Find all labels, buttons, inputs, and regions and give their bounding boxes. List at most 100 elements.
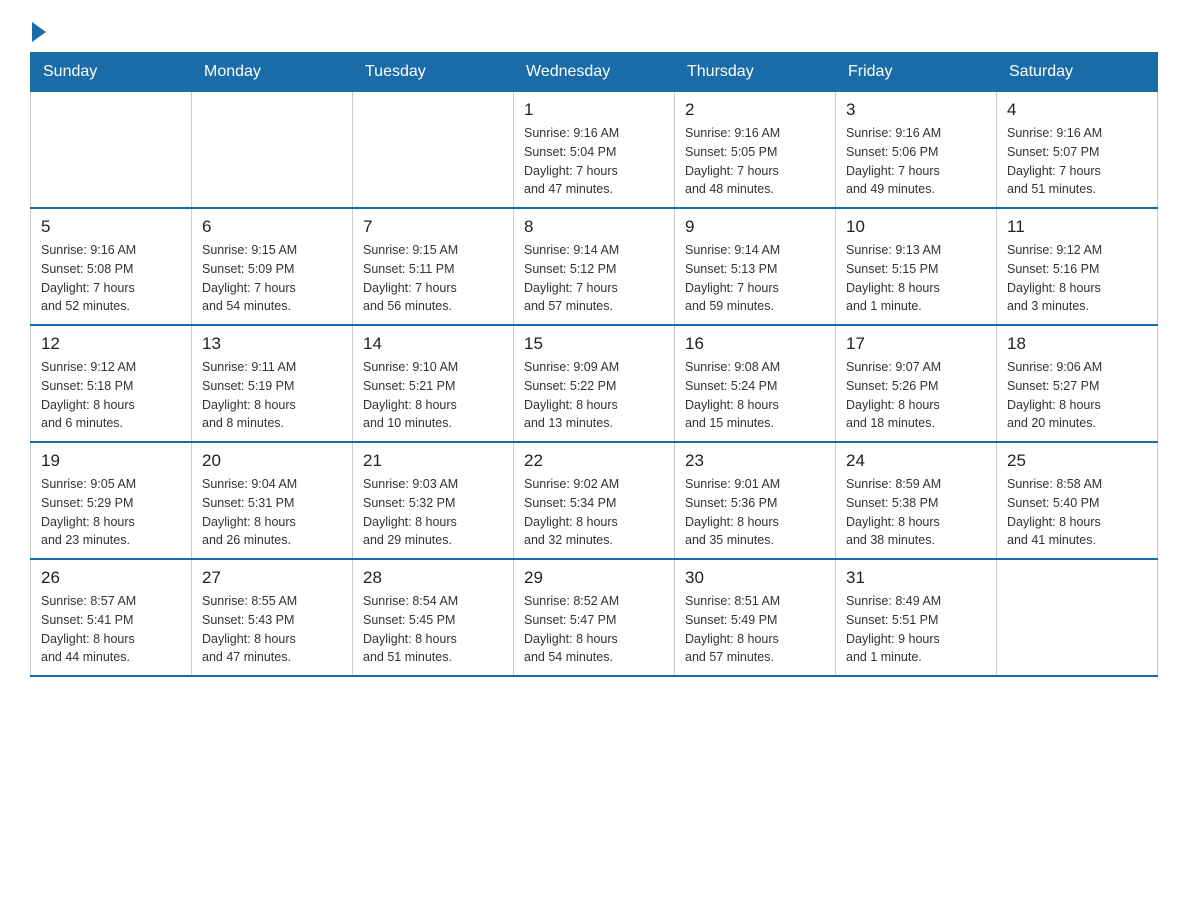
day-number: 20 <box>202 451 342 471</box>
day-number: 14 <box>363 334 503 354</box>
day-info: Sunrise: 9:16 AMSunset: 5:08 PMDaylight:… <box>41 241 181 316</box>
calendar-cell: 25Sunrise: 8:58 AMSunset: 5:40 PMDayligh… <box>997 442 1158 559</box>
weekday-header-row: SundayMondayTuesdayWednesdayThursdayFrid… <box>31 53 1158 92</box>
day-number: 16 <box>685 334 825 354</box>
day-info: Sunrise: 9:14 AMSunset: 5:12 PMDaylight:… <box>524 241 664 316</box>
day-info: Sunrise: 8:51 AMSunset: 5:49 PMDaylight:… <box>685 592 825 667</box>
day-number: 10 <box>846 217 986 237</box>
calendar-cell: 3 Sunrise: 9:16 AMSunset: 5:06 PMDaylight… <box>836 92 997 209</box>
day-info: Sunrise: 8:55 AMSunset: 5:43 PMDaylight:… <box>202 592 342 667</box>
day-number: 23 <box>685 451 825 471</box>
day-info: Sunrise: 9:08 AMSunset: 5:24 PMDaylight:… <box>685 358 825 433</box>
day-info: Sunrise: 9:04 AMSunset: 5:31 PMDaylight:… <box>202 475 342 550</box>
day-info: Sunrise: 8:49 AMSunset: 5:51 PMDaylight:… <box>846 592 986 667</box>
day-number: 2 <box>685 100 825 120</box>
weekday-header-saturday: Saturday <box>997 53 1158 92</box>
day-info: Sunrise: 9:09 AMSunset: 5:22 PMDaylight:… <box>524 358 664 433</box>
day-number: 25 <box>1007 451 1147 471</box>
logo <box>30 20 46 42</box>
calendar-cell: 5 Sunrise: 9:16 AMSunset: 5:08 PMDaylight… <box>31 208 192 325</box>
calendar-cell: 7 Sunrise: 9:15 AMSunset: 5:11 PMDaylight… <box>353 208 514 325</box>
calendar-cell: 2 Sunrise: 9:16 AMSunset: 5:05 PMDaylight… <box>675 92 836 209</box>
day-number: 5 <box>41 217 181 237</box>
day-number: 31 <box>846 568 986 588</box>
day-number: 28 <box>363 568 503 588</box>
calendar-cell: 23 Sunrise: 9:01 AMSunset: 5:36 PMDayligh… <box>675 442 836 559</box>
day-info: Sunrise: 9:15 AMSunset: 5:11 PMDaylight:… <box>363 241 503 316</box>
calendar-cell: 6 Sunrise: 9:15 AMSunset: 5:09 PMDaylight… <box>192 208 353 325</box>
calendar-cell: 22Sunrise: 9:02 AMSunset: 5:34 PMDayligh… <box>514 442 675 559</box>
day-info: Sunrise: 9:05 AMSunset: 5:29 PMDaylight:… <box>41 475 181 550</box>
day-number: 24 <box>846 451 986 471</box>
calendar-cell: 29Sunrise: 8:52 AMSunset: 5:47 PMDayligh… <box>514 559 675 676</box>
calendar-cell: 10 Sunrise: 9:13 AMSunset: 5:15 PMDayligh… <box>836 208 997 325</box>
logo-triangle-icon <box>32 22 46 42</box>
day-info: Sunrise: 8:54 AMSunset: 5:45 PMDaylight:… <box>363 592 503 667</box>
calendar-cell: 24Sunrise: 8:59 AMSunset: 5:38 PMDayligh… <box>836 442 997 559</box>
day-info: Sunrise: 9:12 AMSunset: 5:18 PMDaylight:… <box>41 358 181 433</box>
calendar-cell: 12 Sunrise: 9:12 AMSunset: 5:18 PMDayligh… <box>31 325 192 442</box>
day-info: Sunrise: 9:16 AMSunset: 5:05 PMDaylight:… <box>685 124 825 199</box>
day-info: Sunrise: 9:01 AMSunset: 5:36 PMDaylight:… <box>685 475 825 550</box>
calendar-cell: 26 Sunrise: 8:57 AMSunset: 5:41 PMDayligh… <box>31 559 192 676</box>
weekday-header-friday: Friday <box>836 53 997 92</box>
calendar-cell: 16 Sunrise: 9:08 AMSunset: 5:24 PMDayligh… <box>675 325 836 442</box>
calendar-cell: 8 Sunrise: 9:14 AMSunset: 5:12 PMDaylight… <box>514 208 675 325</box>
day-info: Sunrise: 8:57 AMSunset: 5:41 PMDaylight:… <box>41 592 181 667</box>
day-number: 21 <box>363 451 503 471</box>
day-number: 12 <box>41 334 181 354</box>
calendar-cell <box>192 92 353 209</box>
day-number: 1 <box>524 100 664 120</box>
day-info: Sunrise: 9:16 AMSunset: 5:06 PMDaylight:… <box>846 124 986 199</box>
calendar-cell: 18 Sunrise: 9:06 AMSunset: 5:27 PMDayligh… <box>997 325 1158 442</box>
day-info: Sunrise: 9:13 AMSunset: 5:15 PMDaylight:… <box>846 241 986 316</box>
calendar-cell: 13 Sunrise: 9:11 AMSunset: 5:19 PMDayligh… <box>192 325 353 442</box>
calendar-week-row: 1Sunrise: 9:16 AMSunset: 5:04 PMDaylight… <box>31 92 1158 209</box>
weekday-header-sunday: Sunday <box>31 53 192 92</box>
calendar-cell: 31 Sunrise: 8:49 AMSunset: 5:51 PMDayligh… <box>836 559 997 676</box>
calendar-cell <box>997 559 1158 676</box>
calendar-week-row: 5 Sunrise: 9:16 AMSunset: 5:08 PMDaylight… <box>31 208 1158 325</box>
calendar-cell: 19 Sunrise: 9:05 AMSunset: 5:29 PMDayligh… <box>31 442 192 559</box>
day-info: Sunrise: 9:14 AMSunset: 5:13 PMDaylight:… <box>685 241 825 316</box>
weekday-header-monday: Monday <box>192 53 353 92</box>
day-number: 26 <box>41 568 181 588</box>
calendar-cell: 27 Sunrise: 8:55 AMSunset: 5:43 PMDayligh… <box>192 559 353 676</box>
day-number: 3 <box>846 100 986 120</box>
calendar-cell: 9 Sunrise: 9:14 AMSunset: 5:13 PMDaylight… <box>675 208 836 325</box>
calendar-cell: 20 Sunrise: 9:04 AMSunset: 5:31 PMDayligh… <box>192 442 353 559</box>
page-header <box>30 20 1158 42</box>
day-number: 17 <box>846 334 986 354</box>
calendar-cell: 4Sunrise: 9:16 AMSunset: 5:07 PMDaylight… <box>997 92 1158 209</box>
day-number: 22 <box>524 451 664 471</box>
day-number: 6 <box>202 217 342 237</box>
day-number: 30 <box>685 568 825 588</box>
calendar-week-row: 12 Sunrise: 9:12 AMSunset: 5:18 PMDayligh… <box>31 325 1158 442</box>
calendar-cell: 28 Sunrise: 8:54 AMSunset: 5:45 PMDayligh… <box>353 559 514 676</box>
calendar-cell: 11Sunrise: 9:12 AMSunset: 5:16 PMDayligh… <box>997 208 1158 325</box>
calendar-cell: 21 Sunrise: 9:03 AMSunset: 5:32 PMDayligh… <box>353 442 514 559</box>
calendar-cell <box>31 92 192 209</box>
day-info: Sunrise: 9:15 AMSunset: 5:09 PMDaylight:… <box>202 241 342 316</box>
day-number: 9 <box>685 217 825 237</box>
day-number: 15 <box>524 334 664 354</box>
day-number: 18 <box>1007 334 1147 354</box>
day-number: 13 <box>202 334 342 354</box>
day-info: Sunrise: 9:10 AMSunset: 5:21 PMDaylight:… <box>363 358 503 433</box>
day-info: Sunrise: 9:11 AMSunset: 5:19 PMDaylight:… <box>202 358 342 433</box>
calendar-cell: 30 Sunrise: 8:51 AMSunset: 5:49 PMDayligh… <box>675 559 836 676</box>
day-info: Sunrise: 9:03 AMSunset: 5:32 PMDaylight:… <box>363 475 503 550</box>
calendar-cell: 1Sunrise: 9:16 AMSunset: 5:04 PMDaylight… <box>514 92 675 209</box>
weekday-header-wednesday: Wednesday <box>514 53 675 92</box>
calendar-week-row: 19 Sunrise: 9:05 AMSunset: 5:29 PMDayligh… <box>31 442 1158 559</box>
day-number: 4 <box>1007 100 1147 120</box>
day-number: 19 <box>41 451 181 471</box>
day-info: Sunrise: 8:52 AMSunset: 5:47 PMDaylight:… <box>524 592 664 667</box>
weekday-header-thursday: Thursday <box>675 53 836 92</box>
day-number: 7 <box>363 217 503 237</box>
calendar-cell <box>353 92 514 209</box>
day-number: 8 <box>524 217 664 237</box>
day-number: 27 <box>202 568 342 588</box>
calendar-cell: 14 Sunrise: 9:10 AMSunset: 5:21 PMDayligh… <box>353 325 514 442</box>
day-info: Sunrise: 9:06 AMSunset: 5:27 PMDaylight:… <box>1007 358 1147 433</box>
